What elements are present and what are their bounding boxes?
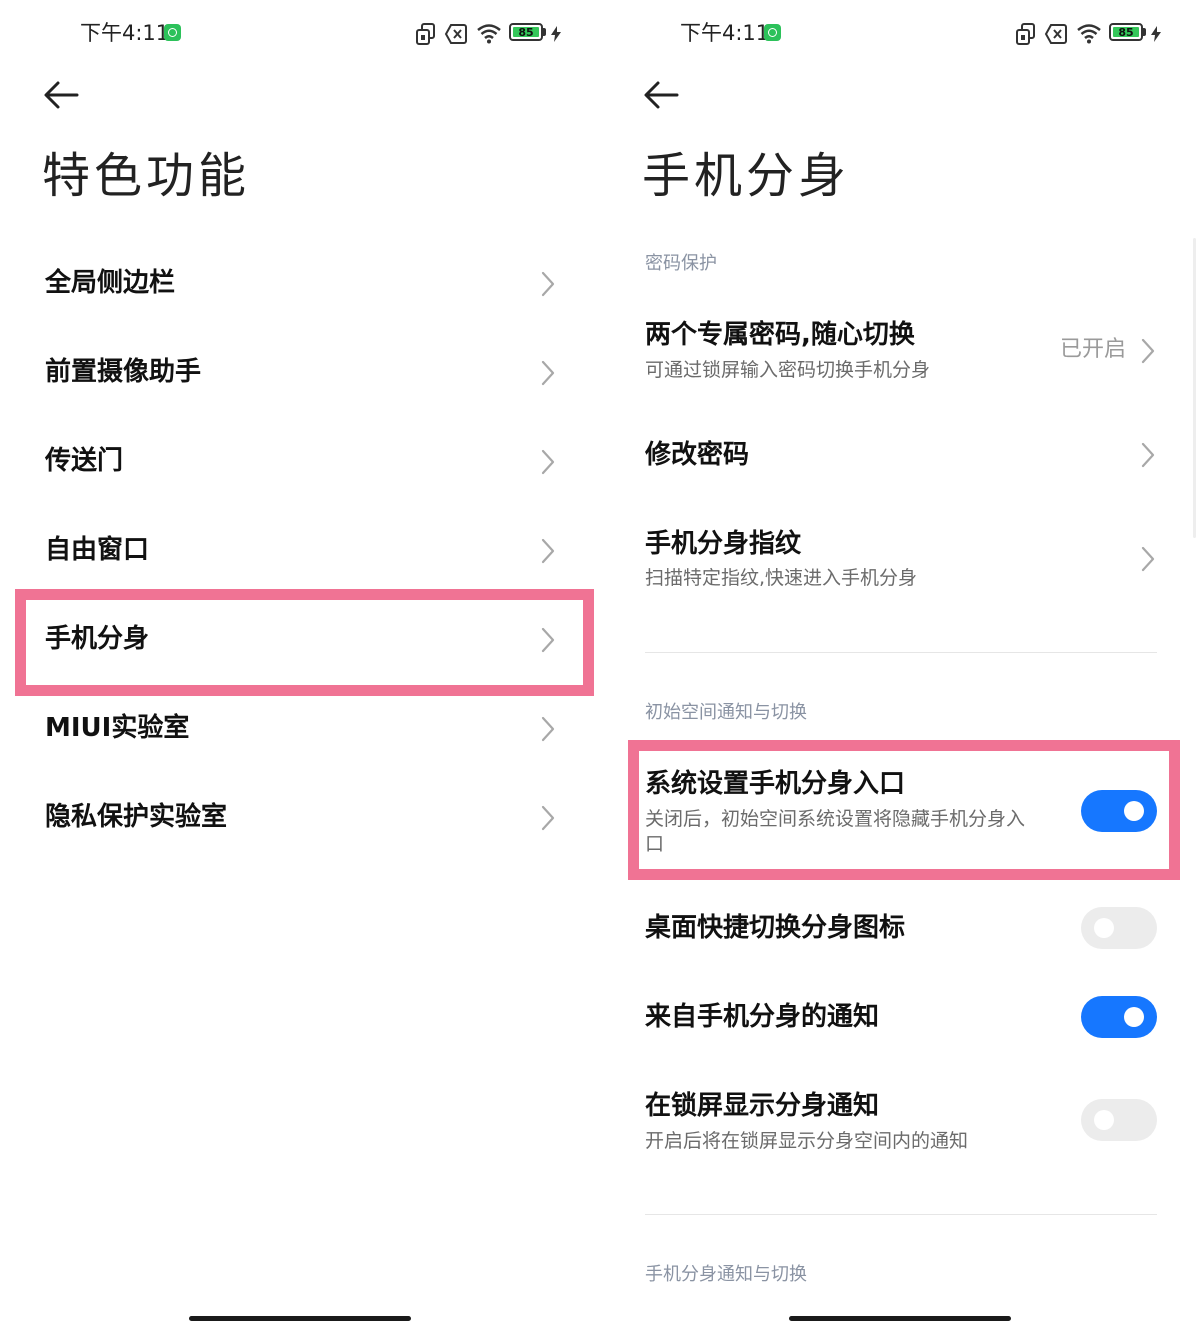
status-time: 下午4:11 [80,21,170,45]
item-title: 来自手机分身的通知 [645,1002,880,1032]
battery-icon: 85 [509,23,543,41]
battery-tip [543,28,546,36]
battery-level: 85 [1113,27,1139,38]
menu-item-label: MIUI实验室 [45,713,190,743]
section-header-password: 密码保护 [645,253,717,274]
nfc-icon [416,23,435,45]
menu-item-label: 前置摄像助手 [45,357,202,387]
menu-item-label: 自由窗口 [45,535,150,565]
item-title: 手机分身指纹 [645,529,802,559]
highlight-box [15,589,594,696]
section-header-space-notifications: 手机分身通知与切换 [645,1264,807,1285]
toggle-switch[interactable] [1081,907,1157,949]
charging-icon [551,26,561,42]
nfc-icon [1016,23,1035,45]
item-subtitle: 可通过锁屏输入密码切换手机分身 [645,359,931,381]
menu-item-label: 隐私保护实验室 [45,802,228,832]
toggle-knob [1094,1110,1114,1130]
page-title: 手机分身 [642,148,851,204]
chevron-right-icon [541,538,555,564]
item-title: 桌面快捷切换分身图标 [645,913,906,943]
battery-level: 85 [513,27,539,38]
left-screen: 下午4:11 85 特色功能 全局侧边栏 前置摄像助手 传送门 自由窗口 手机分… [0,0,600,1333]
chevron-right-icon [1141,442,1155,468]
wifi-icon [1077,24,1101,44]
section-divider [645,1214,1157,1215]
section-divider [645,652,1157,653]
chevron-right-icon [541,271,555,297]
section-header-initial-space: 初始空间通知与切换 [645,702,807,723]
item-subtitle: 开启后将在锁屏显示分身空间内的通知 [645,1130,969,1152]
app-notification-icon [164,24,181,41]
battery-icon: 85 [1109,23,1143,41]
toggle-knob [1124,1007,1144,1027]
chevron-right-icon [541,449,555,475]
back-arrow-icon[interactable] [42,78,80,112]
back-arrow-icon[interactable] [642,78,680,112]
item-title: 修改密码 [645,440,750,470]
toggle-switch[interactable] [1081,996,1157,1038]
item-subtitle: 扫描特定指纹,快速进入手机分身 [645,567,918,589]
wifi-icon [477,24,501,44]
menu-item-label: 传送门 [45,446,124,476]
home-indicator[interactable] [189,1316,411,1321]
chevron-right-icon [1141,546,1155,572]
chevron-right-icon [1141,338,1155,364]
battery-tip [1143,28,1146,36]
menu-item-label: 全局侧边栏 [45,268,176,298]
item-title: 在锁屏显示分身通知 [645,1091,880,1121]
sim-x-icon [444,24,467,44]
chevron-right-icon [541,716,555,742]
home-indicator[interactable] [789,1316,1011,1321]
chevron-right-icon [541,360,555,386]
chevron-right-icon [541,805,555,831]
item-title: 两个专属密码,随心切换 [645,320,915,350]
sim-x-icon [1044,24,1067,44]
status-time: 下午4:11 [680,21,770,45]
app-notification-icon [764,24,781,41]
toggle-switch[interactable] [1081,1099,1157,1141]
charging-icon [1151,26,1161,42]
scrollbar[interactable] [1193,238,1196,538]
item-value-enabled: 已开启 [1060,337,1127,362]
page-title: 特色功能 [42,148,251,204]
highlight-box [628,740,1180,880]
right-screen: 下午4:11 85 手机分身 密码保护 两个专属密码,随心切换 可通过锁屏输入密… [600,0,1200,1333]
toggle-knob [1094,918,1114,938]
